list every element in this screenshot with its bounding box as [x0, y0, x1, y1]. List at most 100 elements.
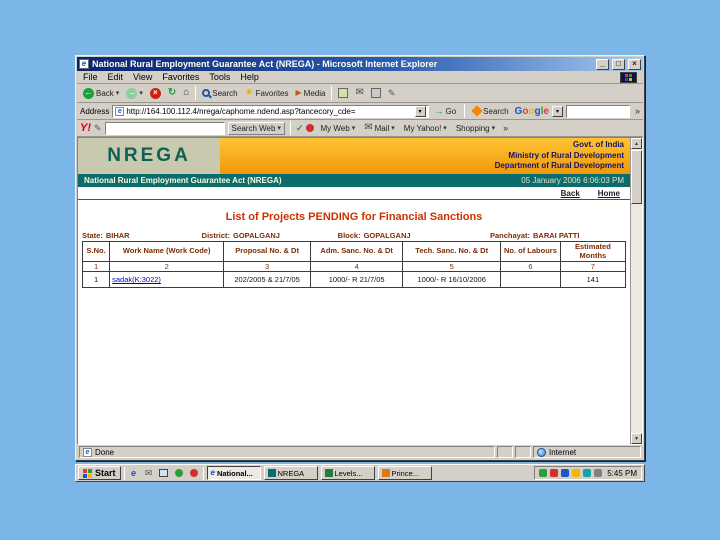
scroll-down-button[interactable]: ▼	[631, 433, 642, 444]
media-button[interactable]: ▶ Media	[293, 85, 329, 101]
address-overflow-chevron[interactable]: »	[635, 106, 640, 116]
menu-view[interactable]: View	[133, 72, 152, 82]
dropdown-icon: ▾	[443, 125, 447, 132]
favorites-button[interactable]: ★ Favorites	[242, 85, 292, 101]
status-segment	[497, 446, 513, 458]
shopping-button[interactable]: Shopping ▾	[453, 120, 498, 136]
address-dropdown-button[interactable]: ▾	[414, 105, 426, 117]
home-icon: ⌂	[183, 87, 190, 98]
stop-button[interactable]: ×	[147, 85, 164, 101]
yahoo-logo: Y!	[80, 122, 91, 134]
print-button[interactable]	[368, 85, 384, 101]
my-yahoo-button[interactable]: My Yahoo! ▾	[401, 120, 450, 136]
dropdown-icon: ▾	[391, 125, 395, 132]
dropdown-icon: ▾	[277, 125, 281, 132]
forward-button[interactable]: → ▾	[123, 85, 146, 101]
yahoo-overflow-chevron[interactable]: »	[503, 123, 508, 133]
search-toolbar-button[interactable]: Search	[199, 85, 240, 101]
task-button-nrega[interactable]: NREGA	[263, 466, 318, 480]
task-label: NREGA	[277, 468, 305, 478]
addr-search-button[interactable]: Search	[470, 103, 511, 119]
taskbar-separator	[202, 466, 204, 480]
google-dropdown-button[interactable]: ▾	[551, 105, 563, 117]
projects-table: S.No. Work Name (Work Code) Proposal No.…	[81, 240, 627, 289]
back-dropdown-icon[interactable]: ▾	[116, 89, 120, 97]
banner-title: National Rural Employment Guarantee Act …	[84, 176, 282, 185]
scroll-thumb[interactable]	[631, 150, 642, 204]
col-header-proposal: Proposal No. & Dt	[223, 240, 312, 263]
yahoo-search-input[interactable]	[104, 121, 225, 135]
start-flag-icon	[83, 468, 92, 478]
tray-update-icon[interactable]	[572, 469, 581, 477]
task-button-national[interactable]: e National...	[206, 466, 261, 480]
google-search-input[interactable]	[565, 104, 630, 118]
yahoo-alert-icon[interactable]	[306, 124, 315, 132]
quicklaunch-mail-icon[interactable]: ✉	[143, 467, 155, 479]
nrega-logo: NREGA	[78, 138, 220, 174]
home-link[interactable]: Home	[598, 189, 620, 198]
task-label: Levels...	[334, 468, 363, 478]
forward-dropdown-icon[interactable]: ▾	[139, 89, 143, 97]
address-input[interactable]	[126, 105, 413, 117]
govt-line-3: Department of Rural Development	[494, 161, 624, 171]
scroll-track[interactable]	[631, 204, 642, 433]
address-field[interactable]: e ▾	[112, 104, 429, 118]
refresh-icon: ↻	[167, 87, 177, 98]
home-button[interactable]: ⌂	[180, 85, 192, 101]
nrega-page: NREGA Govt. of India Ministry of Rural D…	[78, 138, 630, 444]
print-icon	[370, 88, 381, 98]
quicklaunch-ie-icon[interactable]: e	[128, 467, 140, 479]
cell-sno: 1	[81, 271, 111, 289]
toolbar-separator	[331, 86, 333, 100]
start-button[interactable]: Start	[78, 466, 121, 480]
table-row: 1 sadak(K:3022) 202/2005 & 21/7/05 1000/…	[81, 271, 627, 289]
minimize-button[interactable]: _	[596, 58, 609, 70]
menu-help[interactable]: Help	[240, 72, 259, 82]
menu-favorites[interactable]: Favorites	[162, 72, 199, 82]
quicklaunch-desktop-icon[interactable]	[158, 467, 170, 479]
cell-adm: 1000/- R 21/7/05	[310, 271, 404, 289]
menu-edit[interactable]: Edit	[108, 72, 124, 82]
dropdown-icon: ▾	[491, 125, 496, 132]
tray-volume-icon[interactable]	[594, 469, 603, 477]
menu-file[interactable]: File	[83, 72, 98, 82]
district-value: GOPALGANJ	[233, 231, 280, 240]
tray-messenger-icon[interactable]	[583, 469, 592, 477]
state-value: BIHAR	[105, 231, 130, 240]
mail-button[interactable]: ✉	[352, 85, 366, 101]
my-web-button[interactable]: My Web ▾	[317, 120, 358, 136]
col-number: 7	[559, 261, 627, 273]
maximize-button[interactable]: □	[612, 58, 625, 70]
work-link[interactable]: sadak(K:3022)	[112, 275, 161, 284]
menu-tools[interactable]: Tools	[209, 72, 230, 82]
search-web-button[interactable]: Search Web ▾	[227, 121, 285, 135]
refresh-button[interactable]: ↻	[165, 85, 179, 101]
yahoo-mail-button[interactable]: ✉ Mail ▾	[361, 120, 398, 136]
dropdown-icon: ▾	[351, 125, 356, 132]
go-button[interactable]: → Go	[432, 103, 460, 119]
back-icon: ←	[83, 87, 94, 99]
quicklaunch-messenger-icon[interactable]	[173, 467, 185, 479]
quicklaunch-media-icon[interactable]	[188, 467, 200, 479]
check-icon[interactable]: ✓	[296, 123, 304, 133]
vertical-scrollbar[interactable]: ▲ ▼	[630, 138, 642, 444]
scroll-up-button[interactable]: ▲	[631, 138, 642, 149]
task-button-prince[interactable]: Prince...	[377, 466, 432, 480]
task-button-levels[interactable]: Levels...	[320, 466, 375, 480]
govt-line-1: Govt. of India	[572, 139, 624, 149]
back-link[interactable]: Back	[561, 189, 580, 198]
title-bar[interactable]: e National Rural Employment Guarantee Ac…	[77, 57, 643, 71]
close-button[interactable]: ×	[628, 58, 641, 70]
task-ie-icon: e	[210, 468, 215, 477]
state-label: State:	[82, 231, 103, 240]
history-button[interactable]	[335, 85, 351, 101]
district-filter: District: GOPALGANJ	[202, 231, 338, 240]
col-number: 4	[310, 261, 404, 273]
tray-network-icon[interactable]	[561, 469, 570, 477]
tray-antivirus-icon[interactable]	[539, 469, 548, 477]
back-button[interactable]: ← Back ▾	[80, 85, 122, 101]
yahoo-pencil-icon[interactable]: ✎	[94, 123, 102, 133]
edit-button[interactable]: ✎	[385, 85, 399, 101]
address-bar: Address e ▾ → Go Search G o o g l e	[77, 103, 643, 120]
tray-alert-icon[interactable]	[550, 469, 559, 477]
